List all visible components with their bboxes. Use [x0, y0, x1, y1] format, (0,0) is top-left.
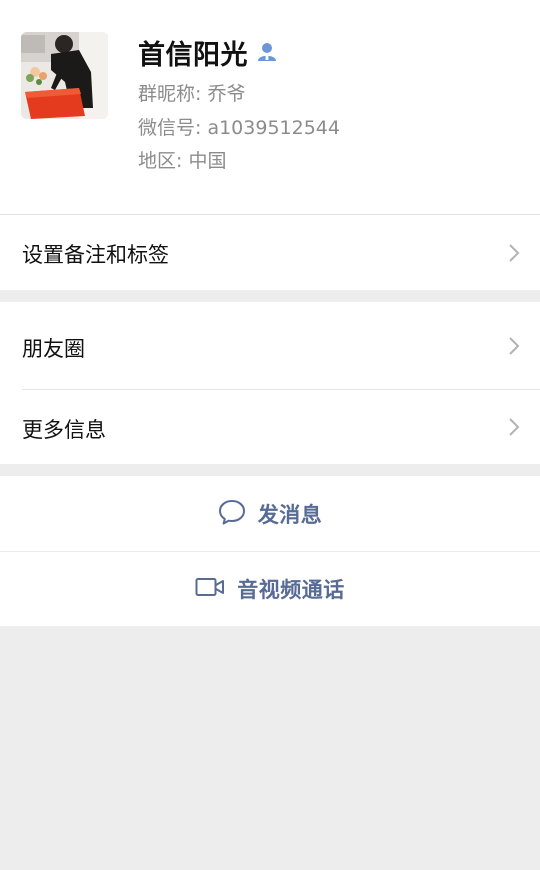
- chevron-right-icon: [508, 336, 520, 356]
- moments-cell[interactable]: 朋友圈: [0, 302, 540, 390]
- more-info-label: 更多信息: [22, 418, 106, 442]
- wechat-id-value[interactable]: a1039512544: [207, 117, 340, 139]
- wechat-id-line: 微信号: a1039512544: [138, 113, 340, 140]
- region-label: 地区:: [138, 150, 183, 172]
- display-name: 首信阳光: [138, 39, 248, 71]
- remark-tags-cell[interactable]: 设置备注和标签: [0, 215, 540, 290]
- video-call-label: 音视频通话: [237, 578, 345, 602]
- avatar[interactable]: [21, 32, 108, 119]
- wechat-id-label: 微信号:: [138, 117, 202, 139]
- video-call-button[interactable]: 音视频通话: [0, 552, 540, 626]
- moments-label: 朋友圈: [22, 337, 85, 361]
- chat-bubble-icon: [218, 499, 246, 529]
- chevron-right-icon: [508, 417, 520, 437]
- region-line: 地区: 中国: [138, 146, 226, 173]
- contact-profile-page: 首信阳光 群昵称: 乔爷 微信号: a1039512544 地区: 中国 设置备…: [0, 0, 540, 870]
- profile-card: 首信阳光 群昵称: 乔爷 微信号: a1039512544 地区: 中国: [0, 0, 540, 214]
- remark-tags-label: 设置备注和标签: [22, 243, 169, 267]
- nickname-line: 群昵称: 乔爷: [138, 79, 245, 106]
- avatar-photo: [21, 32, 108, 119]
- nickname-label: 群昵称:: [138, 83, 202, 105]
- send-message-button[interactable]: 发消息: [0, 476, 540, 551]
- region-value: 中国: [188, 150, 227, 172]
- name-row: 首信阳光: [138, 34, 278, 71]
- nickname-value: 乔爷: [207, 83, 246, 105]
- person-icon: [256, 41, 278, 63]
- send-message-label: 发消息: [257, 502, 323, 527]
- video-camera-icon: [195, 577, 225, 601]
- chevron-right-icon: [508, 243, 520, 263]
- more-info-cell[interactable]: 更多信息: [0, 390, 540, 464]
